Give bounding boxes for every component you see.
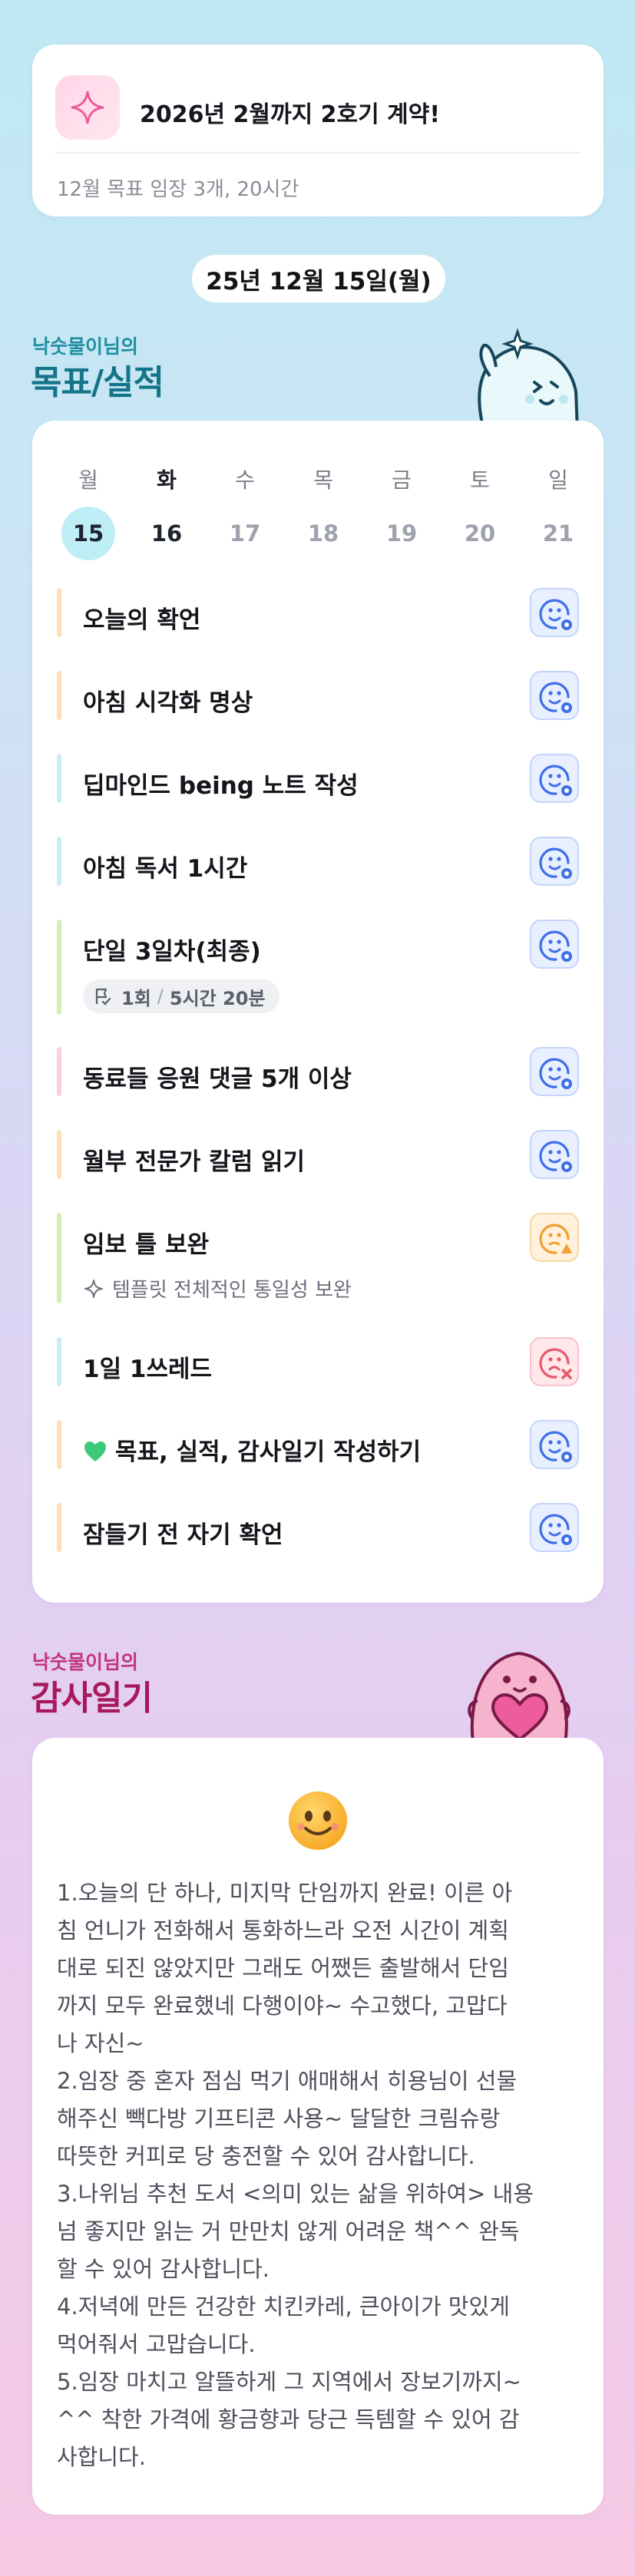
status-done-icon[interactable] xyxy=(530,754,579,803)
date-today[interactable]: 15 xyxy=(61,507,115,560)
goal-color-bar xyxy=(57,754,61,803)
gratitude-journal-text: 1.오늘의 단 하나, 미지막 단임까지 완료! 이른 아 침 언니가 전화해서… xyxy=(57,1880,534,2470)
date-cell[interactable]: 21 xyxy=(531,507,585,560)
chip-separator: / xyxy=(157,986,164,1007)
goal-color-bar xyxy=(57,1213,61,1303)
goal-color-bar xyxy=(57,1420,61,1469)
goal-color-bar xyxy=(57,1337,61,1386)
goal-item[interactable]: 단일 3일차(최종) 1회 / 5시간 20분 xyxy=(57,920,579,1015)
goal-title: 아침 독서 1시간 xyxy=(83,855,248,883)
goal-color-bar xyxy=(57,671,61,720)
divider xyxy=(55,152,580,154)
status-done-icon[interactable] xyxy=(530,1503,579,1552)
goal-title-text: 목표, 실적, 감사일기 작성하기 xyxy=(115,1438,422,1466)
goal-item[interactable]: 임보 틀 보완 템플릿 전체적인 통일성 보완 xyxy=(57,1213,579,1303)
goal-color-bar xyxy=(57,1503,61,1552)
goal-title: 단일 3일차(최종) xyxy=(83,938,261,966)
weekday-label: 토 xyxy=(470,467,490,493)
goal-note: 템플릿 전체적인 통일성 보완 xyxy=(83,1274,352,1303)
goal-note-text: 템플릿 전체적인 통일성 보완 xyxy=(112,1279,352,1302)
goal-color-bar xyxy=(57,588,61,637)
date-cell[interactable]: 19 xyxy=(375,507,428,560)
sparkle-icon xyxy=(84,1279,103,1298)
status-done-icon[interactable] xyxy=(530,1420,579,1469)
goal-title: 목표, 실적, 감사일기 작성하기 xyxy=(83,1432,421,1467)
status-done-icon[interactable] xyxy=(530,837,579,886)
status-done-icon[interactable] xyxy=(530,588,579,637)
contract-card[interactable]: 2026년 2월까지 2호기 계약! 12월 목표 임장 3개, 20시간 xyxy=(32,45,604,216)
goal-title: 1일 1쓰레드 xyxy=(83,1356,213,1383)
status-done-icon[interactable] xyxy=(530,920,579,969)
session-duration: 5시간 20분 xyxy=(169,987,266,1009)
goal-item[interactable]: 오늘의 확언 xyxy=(57,588,579,637)
goal-title: 동료들 응원 댓글 5개 이상 xyxy=(83,1065,352,1093)
goal-item[interactable]: 딥마인드 being 노트 작성 xyxy=(57,754,579,803)
date-cell[interactable]: 16 xyxy=(140,507,193,560)
goals-card: 월 화 수 목 금 토 일 15 16 17 18 19 20 21 오늘의 확… xyxy=(32,421,604,1603)
heart-mascot-icon xyxy=(468,1651,571,1742)
goal-item[interactable]: 동료들 응원 댓글 5개 이상 xyxy=(57,1047,579,1096)
status-partial-icon[interactable] xyxy=(530,1213,579,1262)
goal-item[interactable]: 월부 전문가 칼럼 읽기 xyxy=(57,1130,579,1179)
weekday-label: 월 xyxy=(78,467,98,493)
goal-title: 아침 시각화 명상 xyxy=(83,689,253,717)
ghost-mascot-icon xyxy=(478,328,580,430)
goal-item[interactable]: 1일 1쓰레드 xyxy=(57,1337,579,1386)
weekday-label: 금 xyxy=(392,467,412,493)
sparkle-icon xyxy=(55,75,120,140)
goal-item[interactable]: 아침 시각화 명상 xyxy=(57,671,579,720)
green-heart-icon xyxy=(84,1442,106,1461)
weekday-label: 수 xyxy=(235,467,255,493)
flag-icon xyxy=(95,988,111,1006)
date-cell[interactable]: 18 xyxy=(296,507,350,560)
weekday-label: 일 xyxy=(548,467,568,493)
goal-color-bar xyxy=(57,837,61,886)
status-failed-icon[interactable] xyxy=(530,1337,579,1386)
gratitude-card: 1.오늘의 단 하나, 미지막 단임까지 완료! 이른 아 침 언니가 전화해서… xyxy=(32,1738,604,2515)
goal-title: 오늘의 확언 xyxy=(83,606,201,634)
goal-color-bar xyxy=(57,1130,61,1179)
goal-title: 잠들기 전 자기 확언 xyxy=(83,1521,283,1549)
weekday-label: 화 xyxy=(157,467,177,493)
smiley-emoji-icon xyxy=(289,1792,347,1850)
goals-section-title: 목표/실적 xyxy=(31,363,164,402)
weekday-label: 목 xyxy=(313,467,333,493)
date-label[interactable]: 25년 12월 15일(월) xyxy=(192,255,445,302)
monthly-goal-text: 12월 목표 임장 3개, 20시간 xyxy=(57,178,299,201)
goal-item[interactable]: 아침 독서 1시간 xyxy=(57,837,579,886)
session-count: 1회 xyxy=(121,987,151,1009)
time-log-chip[interactable]: 1회 / 5시간 20분 xyxy=(83,979,279,1013)
status-done-icon[interactable] xyxy=(530,671,579,720)
contract-goal-title: 2026년 2월까지 2호기 계약! xyxy=(140,101,441,128)
goal-title: 월부 전문가 칼럼 읽기 xyxy=(83,1148,306,1176)
date-cell[interactable]: 17 xyxy=(218,507,272,560)
status-done-icon[interactable] xyxy=(530,1047,579,1096)
goal-item[interactable]: 목표, 실적, 감사일기 작성하기 xyxy=(57,1420,579,1469)
date-cell[interactable]: 20 xyxy=(453,507,507,560)
status-done-icon[interactable] xyxy=(530,1130,579,1179)
goal-color-bar xyxy=(57,1047,61,1096)
gratitude-section-title: 감사일기 xyxy=(31,1679,153,1718)
goal-title: 임보 틀 보완 xyxy=(83,1231,210,1259)
goal-title: 딥마인드 being 노트 작성 xyxy=(83,772,359,800)
goal-color-bar xyxy=(57,920,61,1015)
goal-item[interactable]: 잠들기 전 자기 확언 xyxy=(57,1503,579,1552)
